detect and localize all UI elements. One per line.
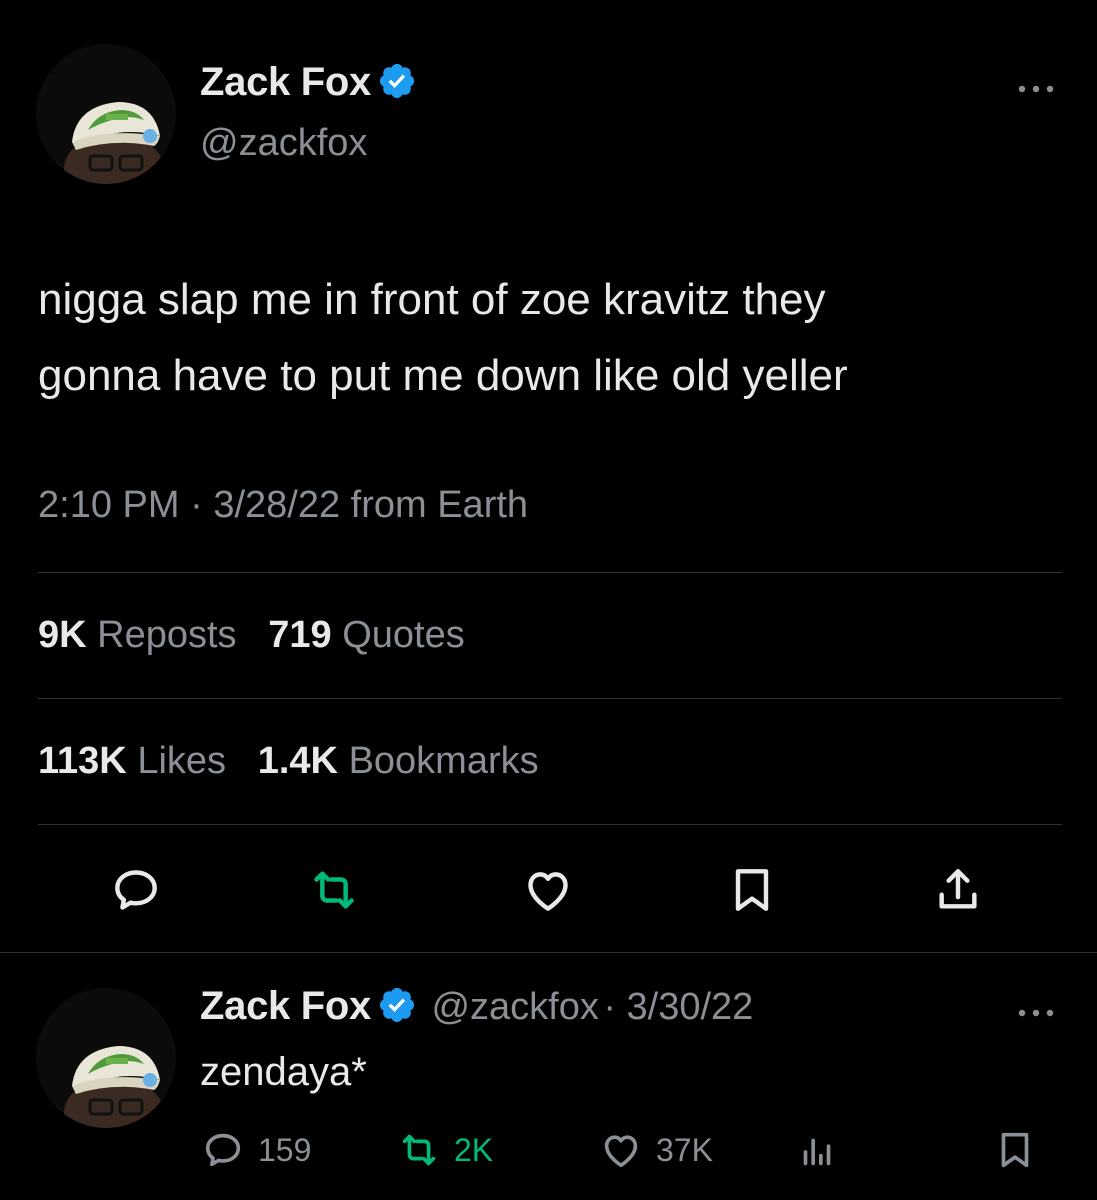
likes-stat[interactable]: 113K Likes xyxy=(38,740,226,782)
reply-button[interactable] xyxy=(108,862,164,918)
bookmarks-label: Bookmarks xyxy=(348,740,539,782)
divider xyxy=(38,572,1062,573)
reposts-label: Reposts xyxy=(97,614,237,656)
views-icon xyxy=(803,1138,831,1166)
stats-row-reposts: 9K Reposts 719 Quotes xyxy=(38,614,465,657)
reply-author-handle[interactable]: @zackfox xyxy=(431,986,598,1028)
verified-badge-icon xyxy=(377,61,417,101)
quotes-stat[interactable]: 719 Quotes xyxy=(268,614,465,656)
bookmark-icon xyxy=(735,869,769,911)
reply-likes-count: 37K xyxy=(656,1131,713,1168)
reply-text: zendaya* xyxy=(200,1050,367,1094)
reply-more-options-icon[interactable] xyxy=(1016,1006,1056,1018)
like-icon xyxy=(604,1135,638,1168)
tweet-meta: 2:10 PM · 3/28/22 from Earth xyxy=(38,484,528,527)
reply-author-name[interactable]: Zack Fox xyxy=(200,984,371,1028)
meta-separator: · xyxy=(190,484,203,526)
like-button[interactable] xyxy=(520,862,576,918)
tweet-time[interactable]: 2:10 PM xyxy=(38,484,180,526)
reply-icon xyxy=(115,870,157,910)
repost-icon xyxy=(402,1134,436,1166)
reply-date[interactable]: · 3/30/22 xyxy=(603,986,753,1028)
bookmark-icon xyxy=(1001,1132,1029,1168)
reposts-stat[interactable]: 9K Reposts xyxy=(38,614,237,656)
bookmarks-count: 1.4K xyxy=(257,740,338,782)
likes-count: 113K xyxy=(38,740,127,782)
avatar-image xyxy=(36,988,176,1128)
tweet-date[interactable]: 3/28/22 from Earth xyxy=(213,484,528,526)
author-avatar[interactable] xyxy=(36,44,176,184)
author-name[interactable]: Zack Fox xyxy=(200,60,371,104)
share-icon xyxy=(939,869,977,909)
quotes-count: 719 xyxy=(268,614,332,656)
likes-label: Likes xyxy=(137,740,227,782)
repost-icon xyxy=(314,871,354,909)
divider xyxy=(0,952,1097,953)
verified-badge-icon xyxy=(377,985,417,1025)
reposts-count: 9K xyxy=(38,614,87,656)
reply-repost-button[interactable]: 2K xyxy=(396,1124,493,1176)
author-handle[interactable]: @zackfox xyxy=(200,122,367,165)
quotes-label: Quotes xyxy=(342,614,465,656)
reply-reposts-count: 2K xyxy=(454,1131,494,1168)
like-icon xyxy=(528,872,568,911)
tweet-text-line: nigga slap me in front of zoe kravitz th… xyxy=(38,275,826,324)
more-options-icon[interactable] xyxy=(1016,82,1056,94)
share-button[interactable] xyxy=(930,862,986,918)
reply-views-button[interactable] xyxy=(794,1124,852,1176)
repost-button[interactable] xyxy=(306,862,362,918)
reply-replies-count: 159 xyxy=(258,1131,312,1168)
reply-author-avatar[interactable] xyxy=(36,988,176,1128)
tweet-text-line: gonna have to put me down like old yelle… xyxy=(38,351,848,400)
avatar-image xyxy=(36,44,176,184)
bookmarks-stat[interactable]: 1.4K Bookmarks xyxy=(258,740,539,782)
reply-like-button[interactable]: 37K xyxy=(598,1124,713,1176)
reply-icon xyxy=(205,1133,241,1167)
divider xyxy=(38,698,1062,699)
reply-bookmark-button[interactable] xyxy=(992,1124,1050,1176)
bookmark-button[interactable] xyxy=(724,862,780,918)
reply-header: Zack Fox @zackfox · 3/30/22 xyxy=(200,984,753,1029)
stats-row-likes: 113K Likes 1.4K Bookmarks xyxy=(38,740,539,783)
divider xyxy=(38,824,1062,825)
tweet-text: nigga slap me in front of zoe kravitz th… xyxy=(38,262,1058,414)
reply-reply-button[interactable]: 159 xyxy=(200,1124,311,1176)
